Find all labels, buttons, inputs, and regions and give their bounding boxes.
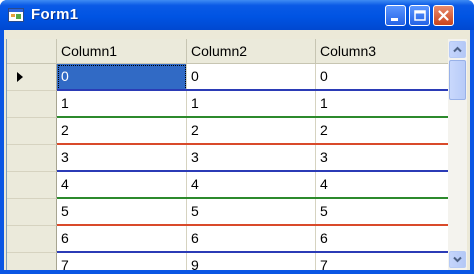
grid-cell[interactable]: 7	[316, 253, 449, 270]
grid-cell[interactable]: 0	[57, 64, 187, 91]
data-grid-view[interactable]: Column1 Column2 Column3 0001112223334445…	[6, 39, 449, 270]
row-header-cell[interactable]	[7, 64, 57, 91]
table-row[interactable]: 000	[7, 64, 449, 91]
title-bar[interactable]: Form1	[0, 0, 474, 30]
grid-cell[interactable]: 3	[187, 145, 316, 172]
grid-cell[interactable]: 3	[316, 145, 449, 172]
scroll-up-button[interactable]	[449, 41, 466, 58]
minimize-button[interactable]	[385, 5, 406, 26]
grid-cell[interactable]: 9	[187, 253, 316, 270]
scroll-thumb[interactable]	[449, 60, 466, 100]
current-row-pointer-icon	[17, 72, 23, 82]
grid-cell[interactable]: 5	[187, 199, 316, 226]
table-row[interactable]: 797	[7, 253, 449, 270]
grid-cell[interactable]: 6	[187, 226, 316, 253]
grid-cell[interactable]: 1	[187, 91, 316, 118]
grid-cell[interactable]: 0	[187, 64, 316, 91]
column-header-1[interactable]: Column1	[57, 39, 187, 63]
row-header-cell[interactable]	[7, 253, 57, 270]
form1-window: Form1 Column1 Column2 Column3 0 0 0 1 1 …	[0, 0, 474, 274]
row-header-cell[interactable]	[7, 199, 57, 226]
row-header-cell[interactable]	[7, 145, 57, 172]
table-row[interactable]: 222	[7, 118, 449, 145]
table-row[interactable]: 111	[7, 91, 449, 118]
grid-cell[interactable]: 4	[316, 172, 449, 199]
table-row[interactable]: 666	[7, 226, 449, 253]
maximize-button[interactable]	[409, 5, 430, 26]
form-app-icon[interactable]	[8, 8, 24, 22]
scroll-down-button[interactable]	[449, 251, 466, 268]
table-row[interactable]: 555	[7, 199, 449, 226]
form-client-area: Column1 Column2 Column3 0001112223334445…	[4, 30, 470, 270]
row-header-cell[interactable]	[7, 118, 57, 145]
row-header-cell[interactable]	[7, 91, 57, 118]
maximize-icon	[414, 10, 426, 21]
grid-cell[interactable]: 4	[57, 172, 187, 199]
grid-cell[interactable]: 2	[316, 118, 449, 145]
window-title: Form1	[31, 6, 79, 23]
column-header-3[interactable]: Column3	[316, 39, 449, 63]
grid-cell[interactable]: 2	[57, 118, 187, 145]
grid-cell[interactable]: 4	[187, 172, 316, 199]
table-row[interactable]: 333	[7, 145, 449, 172]
column-header-2[interactable]: Column2	[187, 39, 316, 63]
vertical-scrollbar[interactable]	[448, 39, 467, 270]
grid-cell[interactable]: 0	[316, 64, 449, 91]
grid-cell[interactable]: 1	[57, 91, 187, 118]
close-button[interactable]	[433, 5, 454, 26]
grid-cell[interactable]: 3	[57, 145, 187, 172]
grid-cell[interactable]: 1	[316, 91, 449, 118]
chevron-up-icon	[453, 46, 462, 53]
minimize-icon	[391, 18, 398, 21]
grid-cell[interactable]: 5	[57, 199, 187, 226]
grid-cell[interactable]: 7	[57, 253, 187, 270]
grid-cell[interactable]: 2	[187, 118, 316, 145]
row-header-cell[interactable]	[7, 172, 57, 199]
table-row[interactable]: 444	[7, 172, 449, 199]
column-header-row: Column1 Column2 Column3	[7, 39, 449, 64]
grid-cell[interactable]: 5	[316, 199, 449, 226]
top-left-header-cell[interactable]	[7, 39, 57, 63]
close-icon	[438, 10, 449, 21]
row-header-cell[interactable]	[7, 226, 57, 253]
chevron-down-icon	[453, 256, 462, 263]
grid-cell[interactable]: 6	[57, 226, 187, 253]
grid-cell[interactable]: 6	[316, 226, 449, 253]
